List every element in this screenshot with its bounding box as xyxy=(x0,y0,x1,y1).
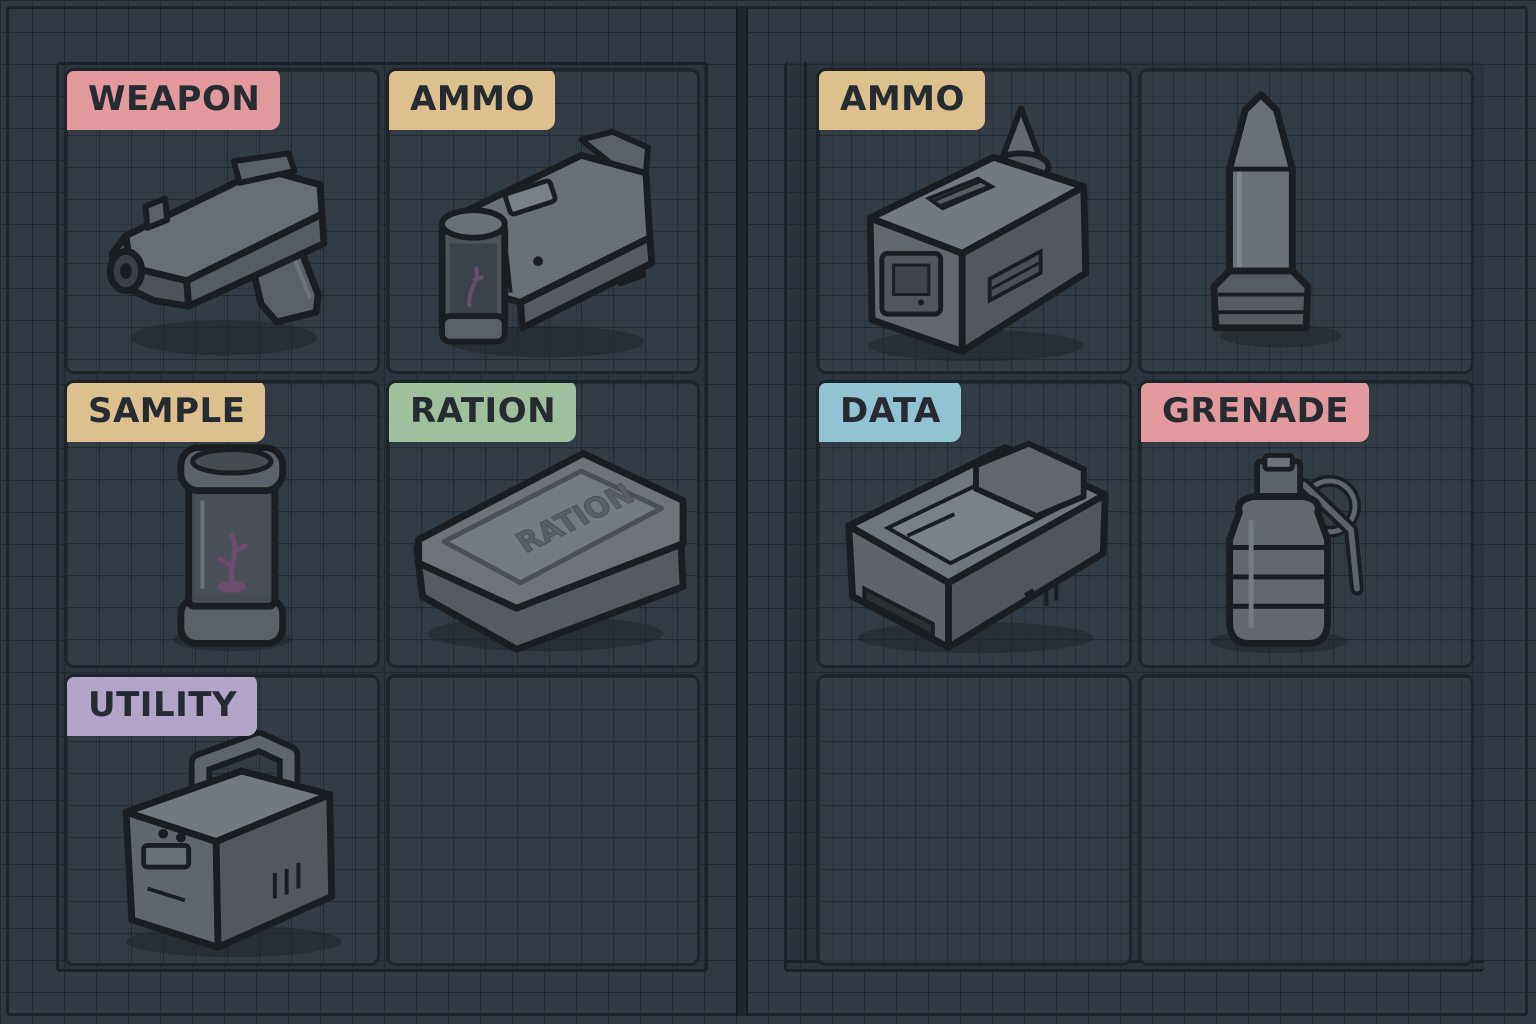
panel-rule xyxy=(804,62,807,962)
item-category-tag: DATA xyxy=(819,383,961,442)
inventory-slot-utility[interactable]: UTILITY xyxy=(64,674,380,966)
inventory-slot-empty[interactable] xyxy=(816,674,1132,966)
item-category-tag: AMMO xyxy=(389,71,555,130)
inventory-slot-ration[interactable]: RATION RATION xyxy=(386,380,700,668)
inventory-slot-empty[interactable] xyxy=(386,674,700,966)
item-category-tag: SAMPLE xyxy=(67,383,266,442)
panel-divider xyxy=(736,8,748,1016)
item-category-tag: WEAPON xyxy=(67,71,281,130)
item-category-tag: AMMO xyxy=(819,71,985,130)
inventory-slot-ammo[interactable]: AMMO xyxy=(816,68,1132,374)
item-category-tag: GRENADE xyxy=(1141,383,1370,442)
bullet-icon xyxy=(1210,91,1342,348)
inventory-slot-weapon[interactable]: WEAPON xyxy=(64,68,380,374)
inventory-slot-ammo[interactable]: AMMO xyxy=(386,68,700,374)
inventory-slot-sample[interactable]: SAMPLE xyxy=(64,380,380,668)
inventory-slot-grenade[interactable]: GRENADE xyxy=(1138,380,1474,668)
item-category-tag: UTILITY xyxy=(67,677,258,736)
inventory-slot-empty[interactable] xyxy=(1138,674,1474,966)
inventory-slot-data[interactable]: DATA xyxy=(816,380,1132,668)
inventory-slot-bullet[interactable] xyxy=(1138,68,1474,374)
item-category-tag: RATION xyxy=(389,383,577,442)
